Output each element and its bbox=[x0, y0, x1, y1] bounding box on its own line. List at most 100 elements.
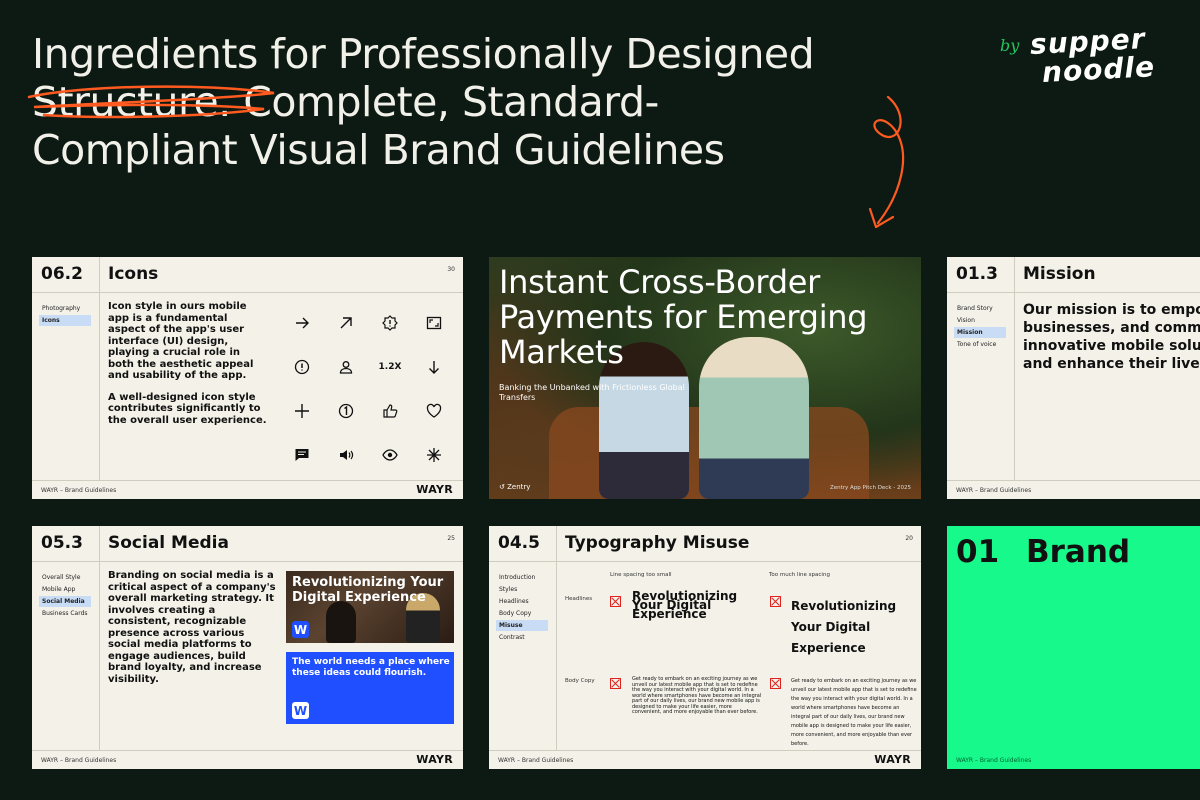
slide-number: 05.3 bbox=[41, 533, 83, 553]
incorrect-x-icon bbox=[610, 596, 621, 607]
nav-item-vision[interactable]: Vision bbox=[954, 315, 1006, 326]
w-badge-icon: W bbox=[292, 702, 309, 719]
cover-subtitle: Banking the Unbanked with Frictionless G… bbox=[499, 383, 685, 402]
slide-pitch-cover[interactable]: Instant Cross-Border Payments for Emergi… bbox=[489, 257, 921, 499]
body-paragraph: A well-designed icon style contributes s… bbox=[108, 391, 267, 426]
divider bbox=[32, 750, 463, 751]
nav-item-contrast[interactable]: Contrast bbox=[496, 632, 548, 643]
volume-icon bbox=[324, 433, 368, 477]
zoom-1-2x-icon: 1.2X bbox=[378, 362, 402, 372]
wayr-brandmark: WAYR bbox=[874, 753, 911, 766]
slide-typography-misuse[interactable]: 04.5 Typography Misuse 20 Introduction S… bbox=[489, 526, 921, 769]
slide-mission[interactable]: 01.3 Mission Brand Story Vision Mission … bbox=[947, 257, 1200, 499]
page-number: 20 bbox=[905, 535, 913, 542]
nav-item-tone-of-voice[interactable]: Tone of voice bbox=[954, 339, 1006, 350]
badge-alert-icon bbox=[368, 301, 412, 345]
page-number: 25 bbox=[447, 535, 455, 542]
slide-number: 06.2 bbox=[41, 264, 83, 284]
card-title: Revolutionizing Your Digital Experience bbox=[292, 575, 444, 605]
nav-item-introduction[interactable]: Introduction bbox=[496, 572, 548, 583]
nav-item-photography[interactable]: Photography bbox=[39, 303, 91, 314]
divider bbox=[32, 561, 463, 562]
message-icon bbox=[280, 433, 324, 477]
headline-sample-loose: Revolutionizing Your Digital Experience bbox=[791, 599, 897, 655]
nav-item-overall-style[interactable]: Overall Style bbox=[39, 572, 91, 583]
divider bbox=[947, 292, 1200, 293]
divider bbox=[99, 526, 100, 751]
body-sample-tight: Get ready to embark on an exciting journ… bbox=[632, 676, 762, 715]
mission-line: and enhance their lives. bbox=[1023, 356, 1200, 372]
arrow-right-icon bbox=[280, 301, 324, 345]
nav-item-headlines[interactable]: Headlines bbox=[496, 596, 548, 607]
incorrect-x-icon bbox=[610, 678, 621, 689]
eye-icon bbox=[368, 433, 412, 477]
slide-number: 04.5 bbox=[498, 533, 540, 553]
slide-social-media[interactable]: 05.3 Social Media 25 Overall Style Mobil… bbox=[32, 526, 463, 769]
mission-line: Our mission is to empow bbox=[1023, 302, 1200, 318]
slide-footer: WAYR – Brand Guidelines bbox=[41, 757, 117, 764]
slide-title: Icons bbox=[108, 264, 159, 284]
supper-noodle-logo: by supper noodle bbox=[1000, 22, 1175, 96]
nav-item-business-cards[interactable]: Business Cards bbox=[39, 608, 91, 619]
nav-item-styles[interactable]: Styles bbox=[496, 584, 548, 595]
nav-item-misuse[interactable]: Misuse bbox=[496, 620, 548, 631]
heart-icon bbox=[412, 389, 456, 433]
social-post-card: Revolutionizing Your Digital Experience … bbox=[286, 571, 454, 643]
body-paragraph: Branding on social media is a critical a… bbox=[108, 570, 276, 685]
thumbs-up-icon bbox=[368, 389, 412, 433]
scribble-strike-decoration bbox=[27, 85, 275, 119]
slide-title: Social Media bbox=[108, 533, 229, 553]
headline-line-3: Compliant Visual Brand Guidelines bbox=[32, 126, 725, 174]
nav-item-social-media[interactable]: Social Media bbox=[39, 596, 91, 607]
divider bbox=[556, 526, 557, 751]
slide-footer: WAYR – Brand Guidelines bbox=[41, 487, 117, 494]
slide-nav: Overall Style Mobile App Social Media Bu… bbox=[39, 572, 91, 620]
curly-arrow-icon bbox=[868, 95, 905, 229]
slide-title: Typography Misuse bbox=[565, 533, 750, 553]
slide-title: Mission bbox=[1023, 264, 1096, 284]
plus-icon bbox=[280, 389, 324, 433]
incorrect-x-icon bbox=[770, 678, 781, 689]
person-figure bbox=[326, 601, 356, 643]
frame-icon bbox=[412, 301, 456, 345]
slide-nav: Introduction Styles Headlines Body Copy … bbox=[496, 572, 548, 644]
wayr-brandmark: WAYR bbox=[416, 753, 453, 766]
body-paragraph: Icon style in ours mobile app is a funda… bbox=[108, 301, 254, 381]
column-label: Too much line spacing bbox=[769, 572, 830, 578]
divider bbox=[1014, 257, 1015, 481]
slide-body: Branding on social media is a critical a… bbox=[108, 570, 280, 695]
alert-circle-icon bbox=[280, 345, 324, 389]
social-post-card: The world needs a place where these idea… bbox=[286, 652, 454, 724]
slide-icons[interactable]: 06.2 Icons 30 Photography Icons Icon sty… bbox=[32, 257, 463, 499]
nav-item-body-copy[interactable]: Body Copy bbox=[496, 608, 548, 619]
mission-line: innovative mobile soluti bbox=[1023, 338, 1200, 354]
zentry-g-icon: ↺ bbox=[499, 483, 505, 491]
nav-item-mission[interactable]: Mission bbox=[954, 327, 1006, 338]
column-label: Line spacing too small bbox=[610, 572, 672, 578]
arrow-down-icon bbox=[412, 345, 456, 389]
page-number: 30 bbox=[447, 266, 455, 273]
number-one-circle-icon bbox=[324, 389, 368, 433]
divider bbox=[32, 480, 463, 481]
nav-item-brand-story[interactable]: Brand Story bbox=[954, 303, 1006, 314]
w-badge-icon: W bbox=[292, 621, 309, 638]
cover-title: Instant Cross-Border Payments for Emergi… bbox=[499, 263, 868, 371]
divider bbox=[32, 292, 463, 293]
slide-nav: Photography Icons bbox=[39, 303, 91, 327]
card-text: The world needs a place where these idea… bbox=[292, 657, 450, 678]
icon-grid: 1.2X bbox=[280, 301, 456, 477]
slide-number: 01.3 bbox=[956, 264, 998, 284]
logo-by: by bbox=[1000, 36, 1020, 55]
logo-word-2: noodle bbox=[1041, 50, 1156, 89]
user-icon bbox=[324, 345, 368, 389]
nav-item-icons[interactable]: Icons bbox=[39, 315, 91, 326]
asterisk-icon bbox=[412, 433, 456, 477]
wayr-brandmark: WAYR bbox=[416, 483, 453, 496]
zentry-logo: ↺ Zentry bbox=[499, 483, 530, 491]
slide-footer: WAYR – Brand Guidelines bbox=[956, 757, 1032, 764]
divider bbox=[99, 257, 100, 481]
headline-sample-tight: Revolutionizing Your Digital Experience bbox=[632, 589, 738, 621]
nav-item-mobile-app[interactable]: Mobile App bbox=[39, 584, 91, 595]
slide-brand[interactable]: 01 Brand WAYR – Brand Guidelines bbox=[947, 526, 1200, 769]
divider bbox=[489, 750, 921, 751]
